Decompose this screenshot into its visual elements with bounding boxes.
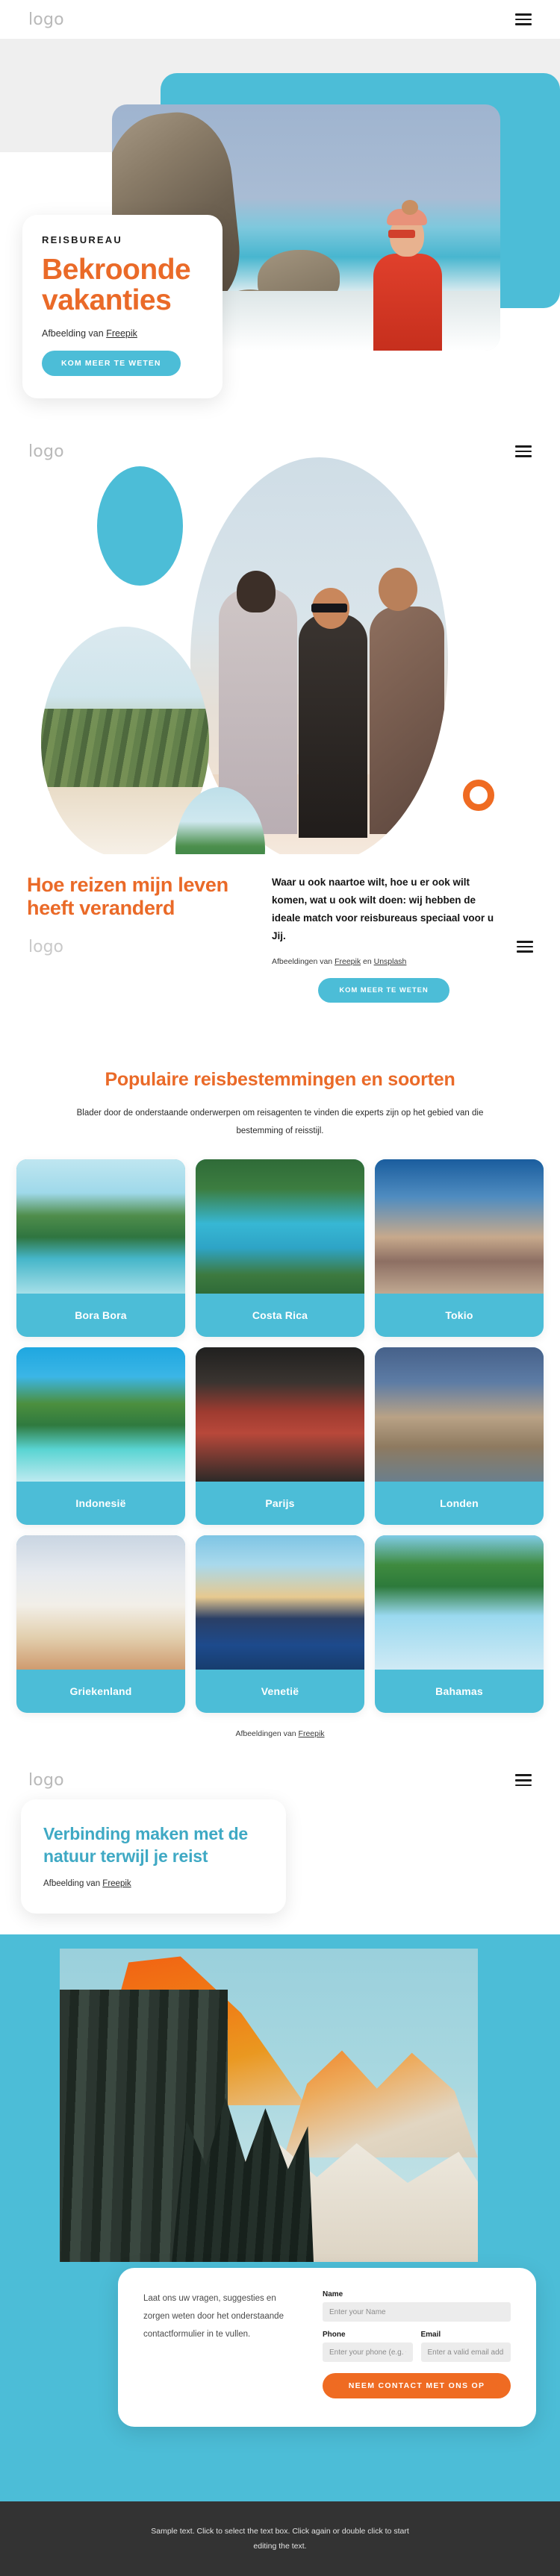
story-credit-prefix: Afbeeldingen van (272, 957, 335, 967)
destinations-section: Populaire reisbestemmingen en soorten Bl… (0, 1037, 560, 1754)
email-input[interactable] (420, 2342, 511, 2363)
costa-rica-photo (196, 1159, 364, 1294)
paris-photo (196, 1347, 364, 1482)
nature-contact-section: logo Verbinding maken met de natuur terw… (0, 1753, 560, 2576)
destinations-image-credit: Afbeeldingen van Freepik (0, 1729, 560, 1738)
site-logo-4[interactable]: logo (28, 1771, 64, 1790)
destination-label: Londen (440, 1497, 479, 1510)
destination-label: Parijs (265, 1497, 295, 1510)
hamburger-icon[interactable] (515, 13, 532, 25)
destination-card-costa-rica[interactable]: Costa Rica (196, 1159, 364, 1338)
page-root: logo REISBUREAU Bekroonde vakanties Afbe… (0, 0, 560, 2576)
destination-label: Indonesië (75, 1497, 126, 1510)
site-logo-3[interactable]: logo (28, 938, 63, 956)
nature-credit-prefix: Afbeelding van (43, 1879, 103, 1889)
destination-label: Venetië (261, 1685, 299, 1698)
destination-label: Bora Bora (75, 1309, 127, 1322)
hero-credit-prefix: Afbeelding van (42, 328, 107, 339)
name-input[interactable] (323, 2302, 511, 2322)
phone-field-label: Phone (323, 2331, 346, 2340)
destination-label: Griekenland (69, 1685, 132, 1698)
hero-image-credit: Afbeelding van Freepik (42, 328, 203, 339)
header-bar-circles: logo (0, 432, 560, 471)
story-right-column: Waar u ook naartoe wilt, hoe u er ook wi… (272, 874, 496, 1003)
footer-text: Sample text. Click to select the text bo… (151, 2526, 409, 2551)
destination-label: Tokio (445, 1309, 473, 1322)
hero-section: logo REISBUREAU Bekroonde vakanties Afbe… (0, 0, 560, 436)
destination-card-londen[interactable]: Londen (375, 1347, 544, 1526)
venice-photo (196, 1535, 364, 1670)
story-paragraph: Waar u ook naartoe wilt, hoe u er ook wi… (272, 877, 494, 942)
london-photo (375, 1347, 544, 1482)
contact-submit-button[interactable]: NEEM CONTACT MET ONS OP (323, 2373, 511, 2399)
story-cta-button[interactable]: KOM MEER TE WETEN (318, 978, 449, 1003)
destination-card-griekenland[interactable]: Griekenland (16, 1535, 185, 1714)
circle-collage-section: logo (0, 436, 560, 910)
nature-heading: Verbinding maken met de natuur terwijl j… (43, 1824, 249, 1866)
tokio-photo (375, 1159, 544, 1294)
destination-card-tokio[interactable]: Tokio (375, 1159, 544, 1338)
contact-form-card: Laat ons uw vragen, suggesties en zorgen… (118, 2268, 536, 2428)
contact-intro-column: Laat ons uw vragen, suggesties en zorgen… (143, 2290, 302, 2398)
teal-circle-decoration (97, 466, 183, 586)
bora-bora-photo (16, 1159, 185, 1294)
bahamas-photo (375, 1535, 544, 1670)
contact-intro-text: Laat ons uw vragen, suggesties en zorgen… (143, 2294, 284, 2339)
story-section: logo Hoe reizen mijn leven heeft verande… (0, 854, 560, 1038)
orange-ring-decoration (463, 780, 494, 811)
destination-card-venetie[interactable]: Venetië (196, 1535, 364, 1714)
destination-label: Bahamas (435, 1685, 483, 1698)
hero-text-card: REISBUREAU Bekroonde vakanties Afbeeldin… (22, 215, 223, 398)
hamburger-icon-3[interactable] (517, 941, 533, 953)
header-bar-hero: logo (0, 0, 560, 39)
indonesia-photo (16, 1347, 185, 1482)
hero-title: Bekroonde vakanties (42, 254, 191, 317)
site-logo-2[interactable]: logo (28, 442, 64, 461)
greece-photo (16, 1535, 185, 1670)
story-credit-link-freepik[interactable]: Freepik (335, 957, 361, 966)
nature-credit-link[interactable]: Freepik (102, 1879, 131, 1888)
destination-label: Costa Rica (252, 1309, 308, 1322)
story-image-credit: Afbeeldingen van Freepik en Unsplash (272, 957, 496, 966)
hero-credit-link[interactable]: Freepik (106, 328, 137, 339)
contact-fields-column: Name Phone Email NEEM CONTACT MET ONS OP (323, 2290, 511, 2399)
destinations-heading: Populaire reisbestemmingen en soorten (105, 1069, 455, 1091)
nature-image-credit: Afbeelding van Freepik (43, 1879, 264, 1888)
nature-photo (60, 1949, 478, 2263)
destination-card-bora-bora[interactable]: Bora Bora (16, 1159, 185, 1338)
destinations-subheading: Blader door de onderstaande onderwerpen … (76, 1109, 484, 1135)
hero-cta-button[interactable]: KOM MEER TE WETEN (42, 350, 181, 376)
hamburger-icon-2[interactable] (515, 445, 532, 457)
destinations-grid: Bora Bora Costa Rica Tokio Indonesië Par… (0, 1159, 560, 1714)
hero-eyebrow: REISBUREAU (42, 234, 122, 245)
destination-card-indonesie[interactable]: Indonesië (16, 1347, 185, 1526)
email-field-label: Email (420, 2331, 441, 2340)
story-heading: Hoe reizen mijn leven heeft veranderd (27, 874, 228, 920)
name-field-label: Name (323, 2290, 343, 2299)
header-bar-nature: logo (0, 1761, 560, 1799)
destinations-credit-link[interactable]: Freepik (299, 1729, 325, 1738)
footer: Sample text. Click to select the text bo… (0, 2501, 560, 2576)
phone-input[interactable] (323, 2342, 413, 2363)
hamburger-icon-4[interactable] (515, 1774, 532, 1787)
story-credit-middle: en (361, 957, 374, 967)
destinations-credit-prefix: Afbeeldingen van (235, 1729, 299, 1739)
nature-text-card: Verbinding maken met de natuur terwijl j… (21, 1799, 286, 1914)
destination-card-bahamas[interactable]: Bahamas (375, 1535, 544, 1714)
story-credit-link-unsplash[interactable]: Unsplash (374, 957, 407, 966)
site-logo[interactable]: logo (28, 10, 64, 29)
destination-card-parijs[interactable]: Parijs (196, 1347, 364, 1526)
